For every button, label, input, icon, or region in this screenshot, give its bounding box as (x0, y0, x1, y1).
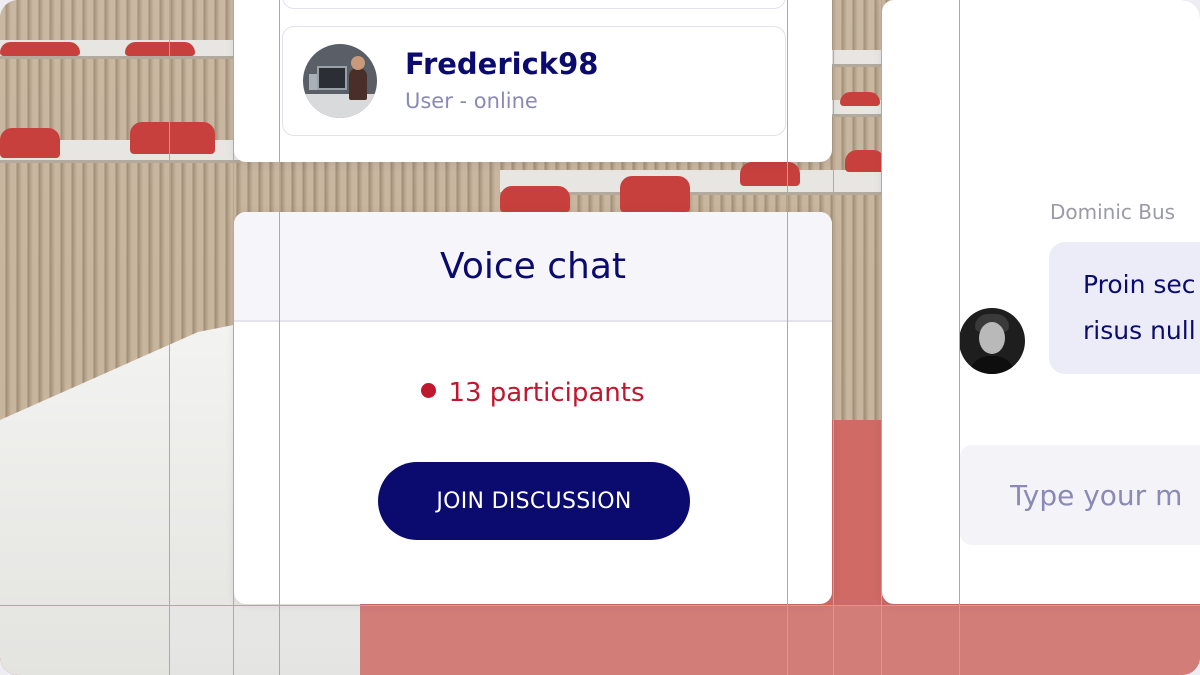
layout-guide-line (233, 0, 234, 675)
background-chair (0, 128, 60, 158)
layout-guide-line (0, 605, 1200, 606)
voice-chat-card: Voice chat 13 participants JOIN DISCUSSI… (234, 212, 832, 604)
message-line: Proin sec (1083, 270, 1196, 299)
sender-avatar-icon (959, 308, 1025, 374)
voice-chat-title: Voice chat (439, 245, 627, 287)
background-chair (0, 42, 80, 56)
bottom-overlay (170, 605, 1200, 675)
chat-card: Dominic Bus Proin sec risus null (882, 0, 1200, 604)
background-chair (130, 122, 215, 154)
previous-user-row[interactable] (282, 0, 786, 9)
join-discussion-button[interactable]: JOIN DISCUSSION (378, 462, 690, 540)
message-input[interactable] (960, 445, 1200, 545)
background-chair (125, 42, 195, 56)
background-chair (740, 162, 800, 186)
user-name: Frederick98 (405, 47, 599, 81)
message-line: risus null (1083, 316, 1196, 345)
background-chair (845, 150, 885, 172)
live-dot-icon (421, 383, 437, 398)
user-status: User - online (405, 89, 538, 113)
layout-guide-line (833, 0, 834, 675)
screen-frame: Frederick98 User - online Voice chat 13 … (0, 0, 1200, 675)
participants-label: 13 participants (448, 378, 645, 408)
voice-chat-header: Voice chat (234, 212, 832, 322)
layout-guide-line (881, 0, 882, 675)
background-chair (620, 176, 690, 212)
message-bubble: Proin sec risus null (1049, 242, 1200, 374)
user-card: Frederick98 User - online (234, 0, 832, 162)
user-avatar-icon (303, 44, 377, 118)
layout-guide-line (959, 0, 960, 675)
layout-guide-line (279, 0, 280, 675)
user-row[interactable]: Frederick98 User - online (282, 26, 786, 136)
participants-count: 13 participants (234, 378, 832, 408)
background-chair (840, 92, 880, 106)
background-chair (500, 186, 570, 212)
layout-guide-line (169, 0, 170, 675)
message-sender-name: Dominic Bus (1050, 200, 1176, 224)
layout-guide-line (787, 0, 788, 675)
